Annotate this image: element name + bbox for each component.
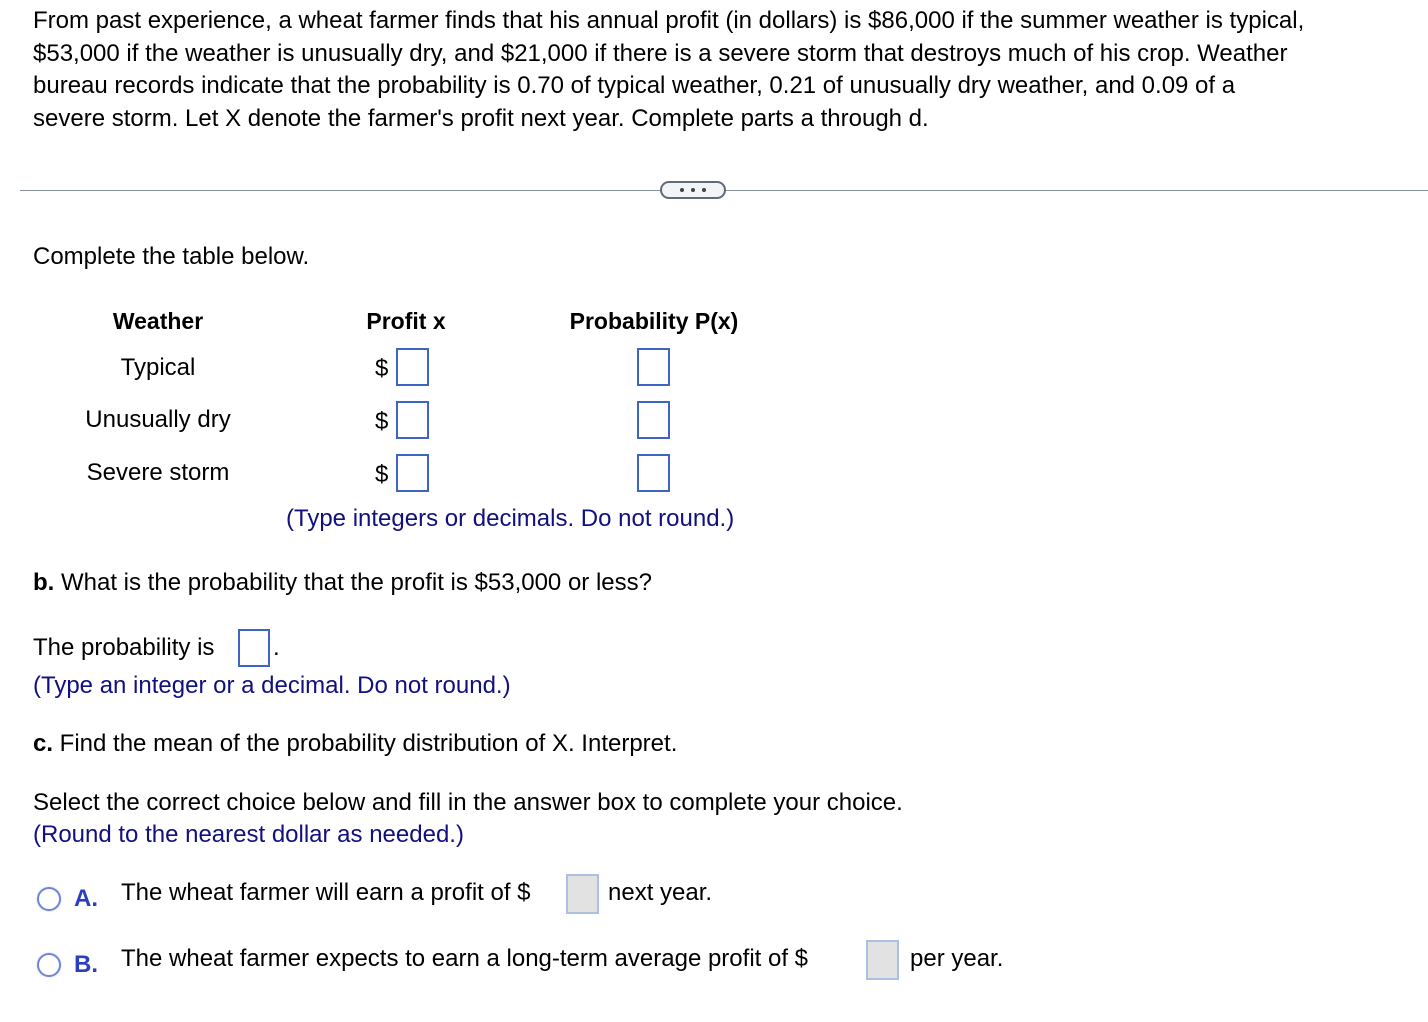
- currency-symbol: $: [375, 408, 389, 435]
- choice-a-input[interactable]: [566, 874, 599, 914]
- part-c-instruction: Select the correct choice below and fill…: [33, 789, 903, 816]
- header-profit: Profit x: [366, 308, 446, 334]
- probability-input-typical[interactable]: [637, 348, 670, 386]
- choice-a-radio[interactable]: [37, 887, 61, 911]
- profit-input-severe-storm[interactable]: [396, 454, 429, 492]
- choice-b-letter: B.: [74, 951, 98, 978]
- problem-statement: From past experience, a wheat farmer fin…: [33, 5, 1423, 135]
- header-probability: Probability P(x): [569, 308, 739, 334]
- weather-cell: Unusually dry: [85, 406, 231, 433]
- problem-line: $53,000 if the weather is unusually dry,…: [33, 39, 1288, 67]
- problem-line: severe storm. Let X denote the farmer's …: [33, 104, 929, 132]
- ellipsis-icon: [691, 188, 695, 192]
- table-instruction: Complete the table below.: [33, 243, 310, 270]
- probability-input-unusually-dry[interactable]: [637, 401, 670, 439]
- choice-a-text: The wheat farmer will earn a profit of $: [121, 879, 531, 906]
- part-b-question: b. What is the probability that the prof…: [33, 567, 652, 599]
- choice-b-text: The wheat farmer expects to earn a long-…: [121, 945, 809, 972]
- part-c-text: Find the mean of the probability distrib…: [53, 730, 678, 757]
- choice-a-letter: A.: [74, 885, 98, 912]
- probability-answer-input[interactable]: [238, 629, 270, 667]
- problem-line: From past experience, a wheat farmer fin…: [33, 7, 1305, 34]
- table-hint: (Type integers or decimals. Do not round…: [286, 505, 735, 532]
- part-c-question: c. Find the mean of the probability dist…: [33, 728, 677, 760]
- part-c-label: c.: [33, 730, 54, 757]
- probability-input-severe-storm[interactable]: [637, 454, 670, 492]
- choice-a-suffix: next year.: [608, 879, 713, 906]
- weather-cell: Severe storm: [86, 459, 230, 486]
- ellipsis-icon: [680, 188, 684, 192]
- part-c-hint: (Round to the nearest dollar as needed.): [33, 821, 464, 848]
- ellipsis-icon: [702, 188, 706, 192]
- part-b-answer-prefix: The probability is: [33, 634, 215, 661]
- choice-b-suffix: per year.: [910, 945, 1004, 972]
- header-weather: Weather: [112, 308, 204, 334]
- currency-symbol: $: [375, 355, 389, 382]
- profit-input-unusually-dry[interactable]: [396, 401, 429, 439]
- answer-period: .: [273, 634, 280, 661]
- weather-cell: Typical: [120, 354, 196, 381]
- part-b-label: b.: [33, 569, 55, 596]
- currency-symbol: $: [375, 461, 389, 488]
- part-b-text: What is the probability that the profit …: [54, 569, 652, 596]
- choice-b-input[interactable]: [866, 940, 899, 980]
- profit-input-typical[interactable]: [396, 348, 429, 386]
- choice-b-radio[interactable]: [37, 953, 61, 977]
- part-b-hint: (Type an integer or a decimal. Do not ro…: [33, 672, 511, 699]
- problem-line: bureau records indicate that the probabi…: [33, 72, 1236, 99]
- expand-more-button[interactable]: [660, 181, 726, 199]
